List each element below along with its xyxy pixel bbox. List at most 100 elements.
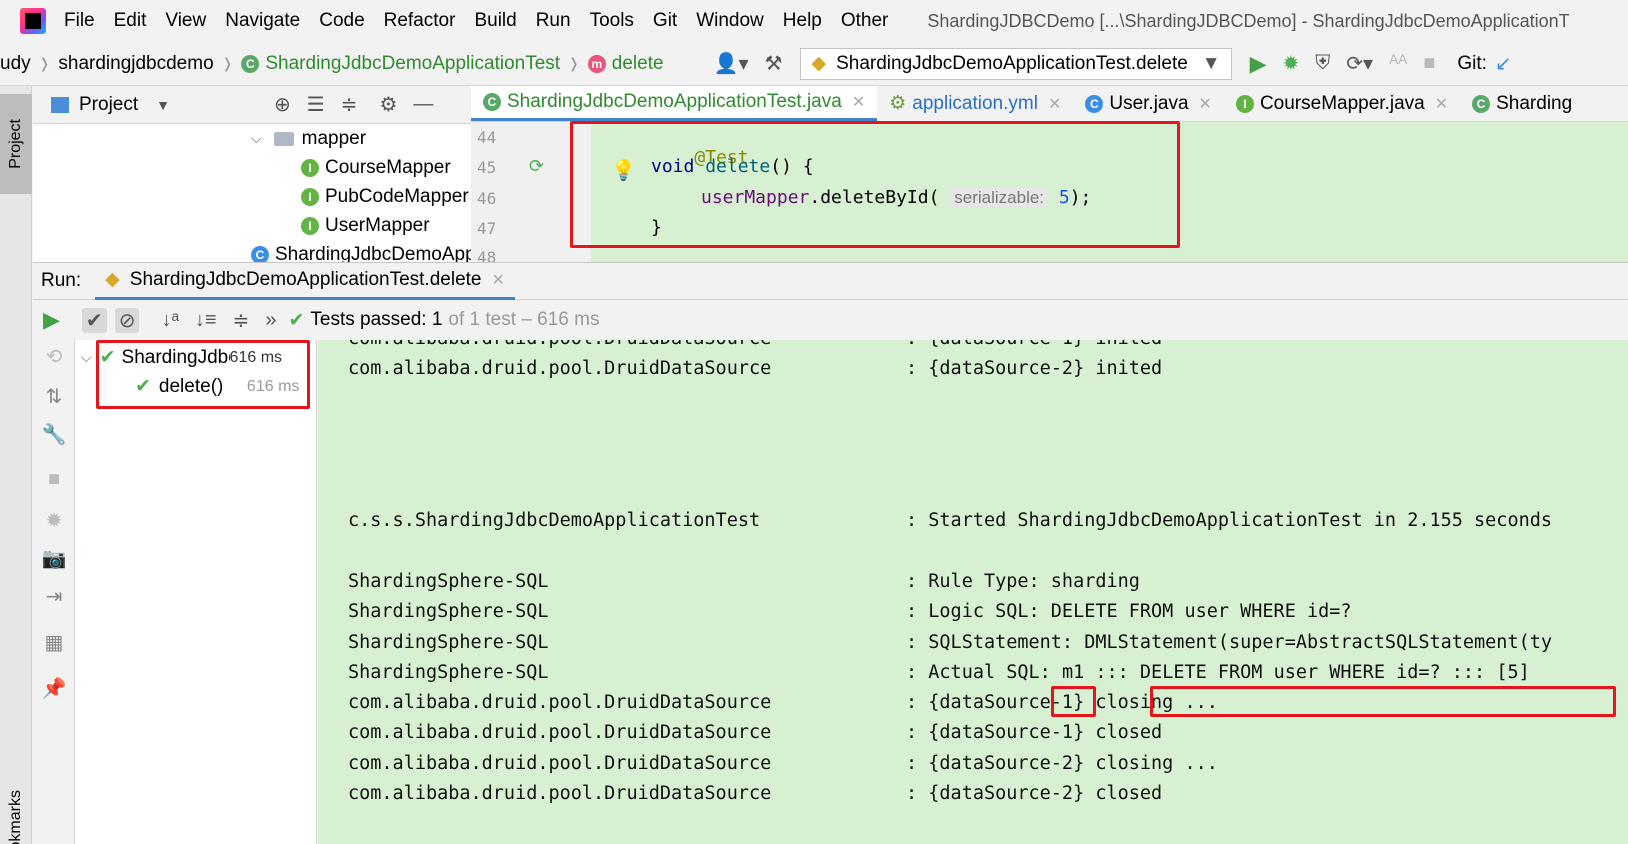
run-test-gutter-icon[interactable]: ⟳ <box>529 156 544 177</box>
rerun-failed-icon[interactable]: ⟲ <box>41 344 67 369</box>
menu-build[interactable]: Build <box>474 10 516 32</box>
git-update-icon[interactable]: ↙ <box>1495 51 1512 76</box>
class-icon: C <box>1085 94 1104 113</box>
show-passed-icon[interactable]: ✔ <box>81 307 107 333</box>
sort-alpha-icon[interactable]: ↓ᵃ <box>161 309 178 332</box>
tab-test-java[interactable]: C ShardingJdbcDemoApplicationTest.java ✕ <box>471 86 878 121</box>
show-ignored-icon[interactable]: ⊘ <box>114 307 140 333</box>
profile-icon[interactable]: ⟳▾ <box>1346 51 1373 76</box>
breadcrumb-method[interactable]: m delete <box>587 53 664 75</box>
breadcrumb-separator-icon: ❭ <box>568 55 580 71</box>
console-line: com.alibaba.druid.pool.DruidDataSource: … <box>348 753 1218 774</box>
rerun-icon[interactable]: ▶ <box>43 307 60 333</box>
layout-icon[interactable]: ▦ <box>41 630 67 655</box>
menu-edit[interactable]: Edit <box>114 10 147 32</box>
interface-icon: I <box>301 216 319 235</box>
highlight-box-code <box>570 121 1180 248</box>
tab-user-java[interactable]: C User.java ✕ <box>1073 86 1224 121</box>
breadcrumb-separator-icon: ❭ <box>38 55 51 71</box>
font-size-icon[interactable]: ᴬᴬ <box>1389 52 1407 75</box>
wrench-icon[interactable]: 🔧 <box>41 422 67 447</box>
debug-icon[interactable]: ✹ <box>41 508 67 533</box>
tree-item-pubcode-mapper[interactable]: I PubCodeMapper <box>301 182 469 211</box>
tests-summary: of 1 test – 616 ms <box>448 309 600 330</box>
bookmarks-tool-button[interactable]: Bookmarks <box>0 776 32 844</box>
locate-icon[interactable]: ⊕ <box>274 92 291 117</box>
menu-run[interactable]: Run <box>536 10 571 32</box>
chevron-down-icon: ⌵ <box>251 130 262 146</box>
tests-passed-icon: ✔ <box>288 309 305 331</box>
build-hammer-icon[interactable]: ⚒ <box>765 51 783 76</box>
project-tool-button[interactable]: Project <box>0 94 32 194</box>
editor-tab-bar: C ShardingJdbcDemoApplicationTest.java ✕… <box>471 86 1628 122</box>
tab-sharding[interactable]: C Sharding <box>1460 86 1584 121</box>
console-line: ShardingSphere-SQL: Rule Type: sharding <box>348 571 1140 592</box>
tree-item-course-mapper[interactable]: I CourseMapper <box>301 153 451 182</box>
tree-item-user-mapper[interactable]: I UserMapper <box>301 211 430 240</box>
tab-application-yml[interactable]: ⚙ application.yml ✕ <box>877 86 1073 121</box>
breadcrumb-class[interactable]: C ShardingJdbcDemoApplicationTest <box>241 53 560 75</box>
menu-other[interactable]: Other <box>841 10 889 32</box>
close-icon[interactable]: ✕ <box>1199 94 1212 114</box>
menu-navigate[interactable]: Navigate <box>225 10 300 32</box>
tests-passed-status: Tests passed: 1 <box>310 309 443 330</box>
coverage-icon[interactable]: ⛨ <box>1315 52 1330 75</box>
close-icon[interactable]: ✕ <box>852 92 865 112</box>
menu-window[interactable]: Window <box>696 10 764 32</box>
console-line: com.alibaba.druid.pool.DruidDataSource: … <box>348 783 1163 804</box>
gear-icon[interactable]: ⚙ <box>379 92 397 117</box>
console-line: ShardingSphere-SQL: SQLStatement: DMLSta… <box>348 632 1553 653</box>
close-icon[interactable]: ✕ <box>1048 94 1061 114</box>
line-number: 44 <box>477 128 497 147</box>
console-line: ShardingSphere-SQL: Logic SQL: DELETE FR… <box>348 601 1352 622</box>
more-icon[interactable]: » <box>265 309 276 332</box>
menu-tools[interactable]: Tools <box>590 10 634 32</box>
close-icon[interactable]: ✕ <box>1435 94 1448 114</box>
stop-icon[interactable]: ■ <box>41 468 67 491</box>
line-number: 45 <box>477 158 497 177</box>
camera-icon[interactable]: 📷 <box>41 546 67 571</box>
menu-code[interactable]: Code <box>319 10 364 32</box>
line-number: 47 <box>477 219 497 238</box>
close-icon[interactable]: ✕ <box>491 270 504 290</box>
console-output[interactable]: com.alibaba.druid.pool.DruidDataSource: … <box>318 340 1628 844</box>
user-icon[interactable]: 👤▾ <box>714 51 749 76</box>
import-icon[interactable]: ⇥ <box>41 584 67 609</box>
menu-file[interactable]: File <box>64 10 95 32</box>
chevron-down-icon: ⌵ <box>81 349 92 365</box>
line-number: 46 <box>477 189 497 208</box>
run-toolbar: ▶ ✔ ⊘ ↓ᵃ ↓≡ ≑ » ✔ Tests passed: 1 of 1 t… <box>33 300 1628 340</box>
navigation-bar: udy ❭ shardingjdbcdemo ❭ C ShardingJdbcD… <box>0 42 1628 86</box>
highlight-box-sql <box>1150 686 1616 717</box>
run-icon[interactable]: ▶ <box>1250 51 1267 77</box>
project-panel-title[interactable]: Project <box>79 94 138 116</box>
expand-all-icon[interactable]: ☰ <box>307 92 325 117</box>
highlight-box-datasource <box>1051 686 1096 717</box>
pin-icon[interactable]: 📌 <box>41 676 67 701</box>
menu-view[interactable]: View <box>165 10 206 32</box>
sort-duration-icon[interactable]: ↓≡ <box>195 309 217 332</box>
run-side-toolbar: ⟲ ⇅ 🔧 ■ ✹ 📷 ⇥ ▦ 📌 <box>33 340 75 844</box>
toggle-auto-test-icon[interactable]: ⇅ <box>41 384 67 409</box>
collapse-all-icon[interactable]: ≑ <box>341 92 358 117</box>
class-icon: C <box>241 54 260 73</box>
run-config-dropdown[interactable]: ◆ ShardingJdbcDemoApplicationTest.delete… <box>800 47 1232 80</box>
run-tab[interactable]: ◆ ShardingJdbcDemoApplicationTest.delete… <box>95 262 515 300</box>
expand-all-icon[interactable]: ≑ <box>233 308 250 333</box>
tree-item-test-class[interactable]: C ShardingJdbcDemoApp <box>251 240 471 262</box>
chevron-down-icon[interactable]: ▼ <box>156 97 170 113</box>
breadcrumb-module[interactable]: shardingjdbcdemo <box>58 53 213 75</box>
menu-refactor[interactable]: Refactor <box>384 10 456 32</box>
menu-git[interactable]: Git <box>653 10 677 32</box>
hide-icon[interactable]: — <box>413 93 433 116</box>
debug-icon[interactable]: ✹ <box>1283 51 1300 76</box>
left-tool-strip: Project Bookmarks <box>0 86 32 844</box>
menu-help[interactable]: Help <box>783 10 822 32</box>
run-label: Run: <box>41 270 82 291</box>
folder-icon <box>273 131 294 146</box>
breadcrumb-partial[interactable]: udy <box>0 53 31 75</box>
tab-course-mapper-java[interactable]: I CourseMapper.java ✕ <box>1224 86 1460 121</box>
tree-item-mapper[interactable]: ⌵ mapper <box>251 124 366 153</box>
stop-icon[interactable]: ■ <box>1423 52 1435 75</box>
intellij-logo-icon <box>20 8 46 34</box>
